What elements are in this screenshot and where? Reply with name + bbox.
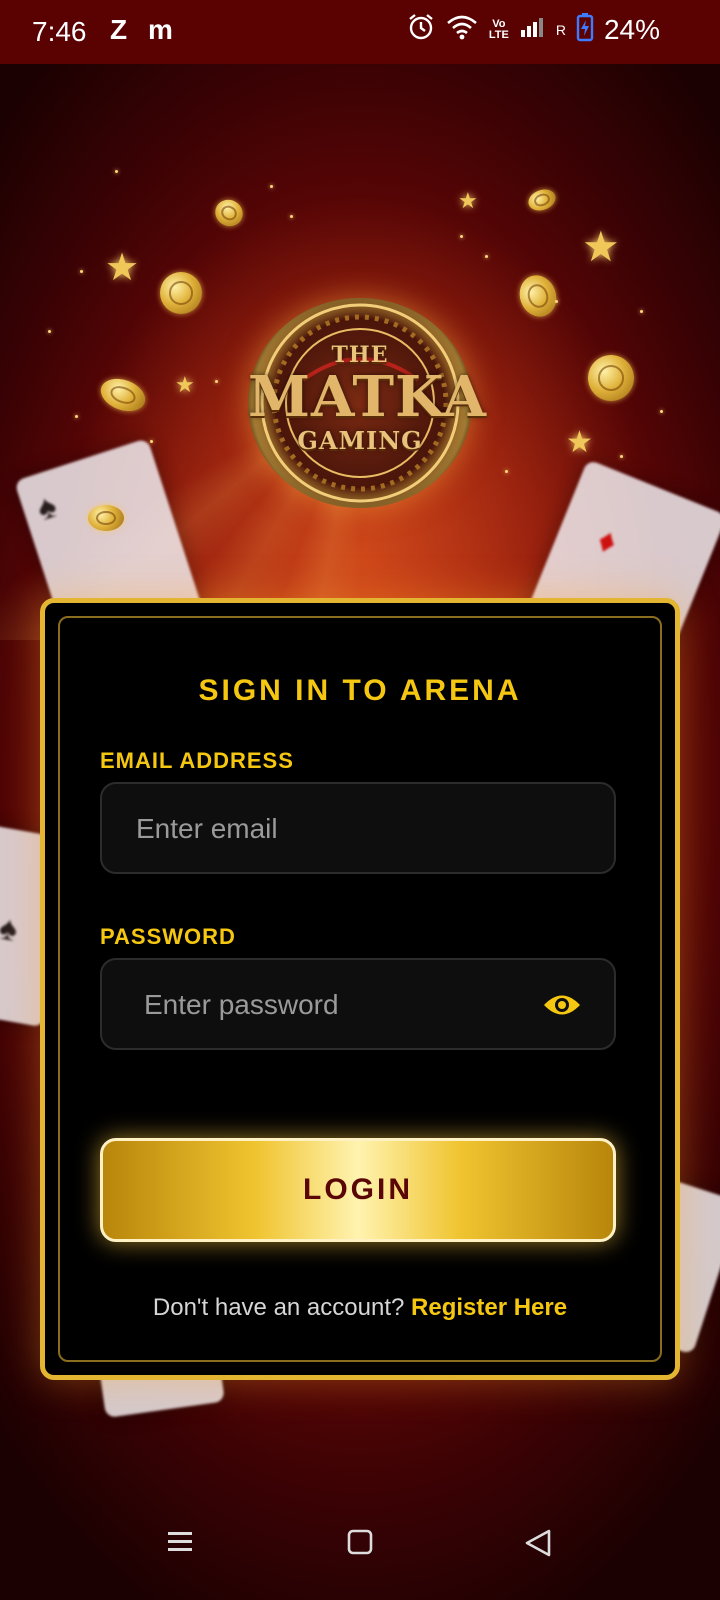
sparkle (555, 300, 558, 303)
password-field-container (100, 958, 616, 1050)
sparkle (48, 330, 51, 333)
sparkle (660, 410, 663, 413)
spade-icon: ♠ (32, 486, 62, 529)
diamond-icon: ♦ (592, 520, 623, 563)
sparkle (80, 270, 83, 273)
sparkle (215, 380, 218, 383)
wifi-icon (446, 13, 478, 46)
back-triangle-icon[interactable] (524, 1528, 552, 1563)
sparkle (505, 470, 508, 473)
menu-icon[interactable] (166, 1528, 194, 1561)
battery-charging-icon (576, 12, 594, 47)
register-link[interactable]: Register Here (411, 1294, 567, 1321)
sparkle (75, 415, 78, 418)
sparkle (460, 235, 463, 238)
signal-icon (520, 16, 546, 43)
login-panel: SIGN IN TO ARENA EMAIL ADDRESS PASSWORD … (40, 598, 680, 1380)
home-square-icon[interactable] (346, 1528, 374, 1561)
email-input[interactable] (134, 784, 538, 874)
sparkle (270, 185, 273, 188)
logo-text-gaming: GAMING (297, 426, 423, 455)
battery-percent: 24% (603, 13, 660, 45)
sparkle (150, 440, 153, 443)
star-icon: ★ (566, 426, 593, 459)
password-label: PASSWORD (100, 924, 236, 949)
m-app-icon: m (148, 14, 173, 45)
status-bar: 7:46 Z m Vo LTE R 24% (0, 0, 720, 64)
system-nav-bar (0, 1490, 720, 1600)
register-row: Don't have an account? Register Here (60, 1294, 660, 1322)
register-prompt: Don't have an account? (152, 1294, 405, 1321)
sparkle (485, 255, 488, 258)
sparkle (115, 170, 118, 173)
roaming-indicator: R (555, 21, 566, 38)
zee-app-icon: Z (110, 14, 128, 45)
email-label: EMAIL ADDRESS (100, 748, 294, 773)
sparkle (620, 455, 623, 458)
status-time: 7:46 (32, 16, 87, 47)
alarm-icon (406, 12, 436, 47)
coin-icon (588, 355, 634, 401)
coin-icon (88, 505, 124, 531)
password-input[interactable] (142, 960, 546, 1050)
star-icon: ★ (458, 188, 478, 213)
login-panel-inner: SIGN IN TO ARENA EMAIL ADDRESS PASSWORD … (58, 616, 662, 1362)
login-button[interactable]: LOGIN (100, 1138, 616, 1242)
star-icon: ★ (175, 372, 195, 397)
spade-icon-2: ♠ (0, 908, 21, 950)
login-title: SIGN IN TO ARENA (198, 674, 522, 707)
logo-text-matka: MATKA (248, 364, 487, 430)
coin-icon (160, 272, 202, 314)
star-icon: ★ (105, 247, 140, 289)
eye-icon[interactable] (542, 990, 582, 1020)
matka-gaming-logo: THE MATKA GAMING (248, 298, 487, 508)
sparkle (290, 215, 293, 218)
email-field-container (100, 782, 616, 874)
star-icon: ★ (582, 223, 620, 270)
sparkle (640, 310, 643, 313)
volte-icon: Vo LTE (488, 17, 509, 41)
